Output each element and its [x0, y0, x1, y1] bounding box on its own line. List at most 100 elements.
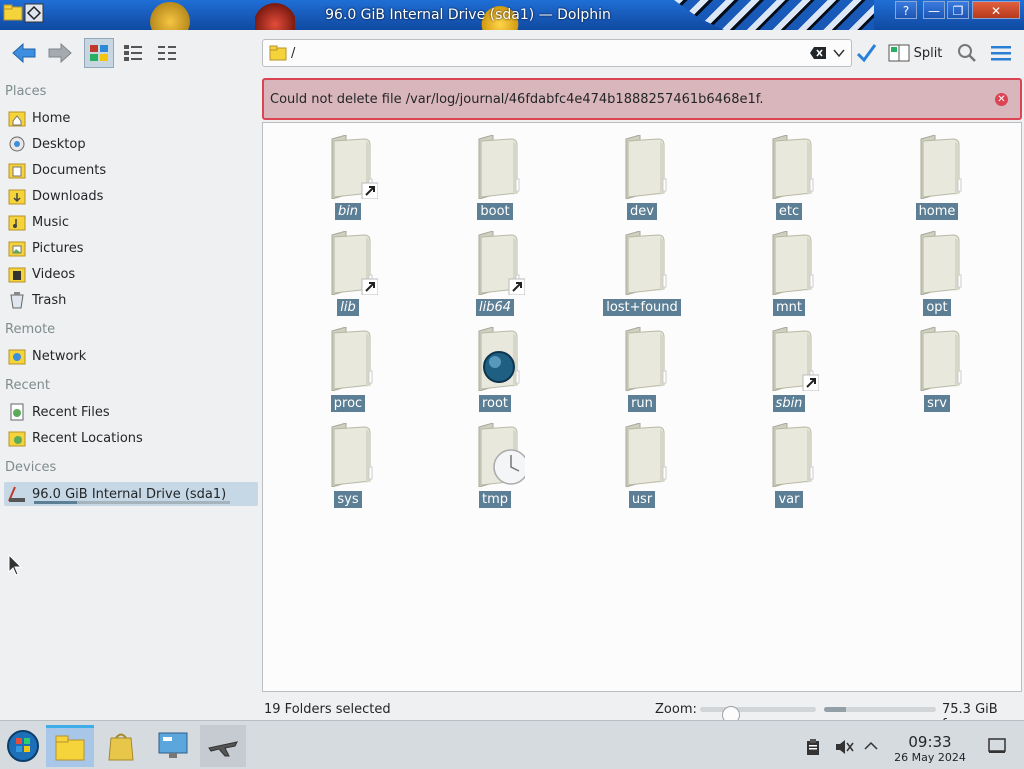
folder-item-lost-found[interactable]: lost+found: [587, 223, 697, 319]
search-button[interactable]: [955, 38, 979, 68]
folder-icon: [55, 735, 85, 760]
folder-icon: [772, 135, 814, 199]
error-message: Could not delete file /var/log/journal/4…: [262, 78, 1022, 120]
sidebar-item-recent-locations[interactable]: Recent Locations: [4, 426, 258, 450]
folder-item-proc[interactable]: proc: [293, 319, 403, 415]
symlink-arrow-icon: [508, 278, 525, 295]
location-bar[interactable]: /: [262, 39, 852, 67]
folder-item-home[interactable]: home: [882, 127, 992, 223]
desktop-icon: [6, 134, 28, 154]
status-bar: 19 Folders selected Zoom: 75.3 GiB free: [262, 700, 1024, 732]
taskbar: 09:33 26 May 2024: [0, 720, 1024, 769]
sidebar-item-pictures[interactable]: Pictures: [4, 236, 258, 260]
folder-item-opt[interactable]: opt: [882, 223, 992, 319]
sidebar-item-videos[interactable]: Videos: [4, 262, 258, 286]
icons-view-icon: [90, 45, 108, 61]
arrow-right-icon: [48, 42, 72, 64]
chevron-down-icon[interactable]: [833, 48, 845, 58]
sidebar-item-music[interactable]: Music: [4, 210, 258, 234]
folder-icon: [625, 423, 667, 487]
back-button[interactable]: [8, 38, 40, 68]
window-title: 96.0 GiB Internal Drive (sda1) — Dolphin: [325, 7, 611, 23]
maximize-button[interactable]: ❐: [947, 1, 969, 19]
zoom-slider[interactable]: [700, 706, 816, 724]
sidebar-item-internal-drive[interactable]: 96.0 GiB Internal Drive (sda1): [4, 482, 258, 506]
icons-view-button[interactable]: [84, 38, 114, 68]
home-folder-icon: [6, 108, 28, 128]
folder-icon: [478, 135, 520, 199]
folder-icon: [331, 327, 373, 391]
folder-item-lib64[interactable]: lib64: [440, 223, 550, 319]
clock-time[interactable]: 09:33: [890, 733, 970, 751]
minimize-button[interactable]: —: [923, 1, 945, 19]
symlink-arrow-icon: [802, 374, 819, 391]
folder-name: opt: [882, 299, 992, 316]
recent-header: Recent: [5, 378, 50, 393]
folder-item-tmp[interactable]: tmp: [440, 415, 550, 511]
sidebar-item-label: Network: [32, 348, 87, 364]
folder-icon: [331, 423, 373, 487]
folder-item-lib[interactable]: lib: [293, 223, 403, 319]
folder-name: lib: [293, 299, 403, 316]
taskbar-dolphin[interactable]: [46, 725, 94, 767]
folder-name: home: [882, 203, 992, 220]
folder-name: lost+found: [587, 299, 697, 316]
compact-view-button[interactable]: [152, 38, 182, 68]
sidebar-item-label: Documents: [32, 162, 107, 178]
folder-item-run[interactable]: run: [587, 319, 697, 415]
taskbar-archive[interactable]: [98, 725, 144, 767]
sidebar-item-home[interactable]: Home: [4, 106, 258, 130]
clear-text-icon[interactable]: [809, 46, 827, 60]
folder-item-boot[interactable]: boot: [440, 127, 550, 223]
folder-name: tmp: [440, 491, 550, 508]
close-button[interactable]: ✕: [972, 1, 1020, 19]
error-text: Could not delete file /var/log/journal/4…: [270, 92, 764, 107]
sidebar-item-label: Recent Locations: [32, 430, 143, 446]
details-view-button[interactable]: [118, 38, 148, 68]
folder-item-var[interactable]: var: [734, 415, 844, 511]
sidebar-item-label: Downloads: [32, 188, 104, 204]
taskbar-system-settings[interactable]: [150, 725, 196, 767]
sidebar-item-label: 96.0 GiB Internal Drive (sda1): [32, 486, 227, 502]
menu-button[interactable]: [988, 38, 1014, 68]
help-button[interactable]: ?: [895, 1, 917, 19]
folder-name: usr: [587, 491, 697, 508]
clock-icon: [493, 449, 525, 485]
sidebar-item-recent-files[interactable]: Recent Files: [4, 400, 258, 424]
drive-icon: [6, 484, 28, 504]
forward-button[interactable]: [44, 38, 76, 68]
split-button[interactable]: Split: [886, 38, 944, 68]
checkmark-icon: [856, 44, 877, 63]
close-message-icon[interactable]: ✕: [995, 93, 1008, 106]
folder-name: mnt: [734, 299, 844, 316]
sidebar-item-desktop[interactable]: Desktop: [4, 132, 258, 156]
location-path[interactable]: /: [291, 46, 295, 61]
folder-item-srv[interactable]: srv: [882, 319, 992, 415]
symlink-arrow-icon: [361, 278, 378, 295]
folder-item-etc[interactable]: etc: [734, 127, 844, 223]
start-button[interactable]: [0, 725, 46, 767]
clock-date[interactable]: 26 May 2024: [880, 751, 980, 764]
clipboard-icon[interactable]: [806, 738, 820, 756]
taskbar-airplane-app[interactable]: [200, 725, 246, 767]
folder-item-root[interactable]: root: [440, 319, 550, 415]
sidebar-item-label: Desktop: [32, 136, 86, 152]
folder-item-bin[interactable]: bin: [293, 127, 403, 223]
show-desktop-icon[interactable]: [988, 738, 1006, 754]
confirm-location-button[interactable]: [854, 38, 878, 68]
sidebar-item-documents[interactable]: Documents: [4, 158, 258, 182]
folder-item-mnt[interactable]: mnt: [734, 223, 844, 319]
sidebar-item-trash[interactable]: Trash: [4, 288, 258, 312]
speaker-muted-icon[interactable]: [834, 738, 854, 756]
devices-header: Devices: [5, 460, 57, 475]
folder-item-sys[interactable]: sys: [293, 415, 403, 511]
folder-icon: [920, 135, 962, 199]
sidebar-item-downloads[interactable]: Downloads: [4, 184, 258, 208]
files-view[interactable]: bin boot dev etc home lib lib64 lost+found mnt op…: [262, 122, 1022, 692]
folder-item-usr[interactable]: usr: [587, 415, 697, 511]
folder-item-sbin[interactable]: sbin: [734, 319, 844, 415]
sidebar-item-label: Trash: [32, 292, 67, 308]
sidebar-item-network[interactable]: Network: [4, 344, 258, 368]
folder-item-dev[interactable]: dev: [587, 127, 697, 223]
chevron-up-icon[interactable]: [864, 741, 878, 751]
